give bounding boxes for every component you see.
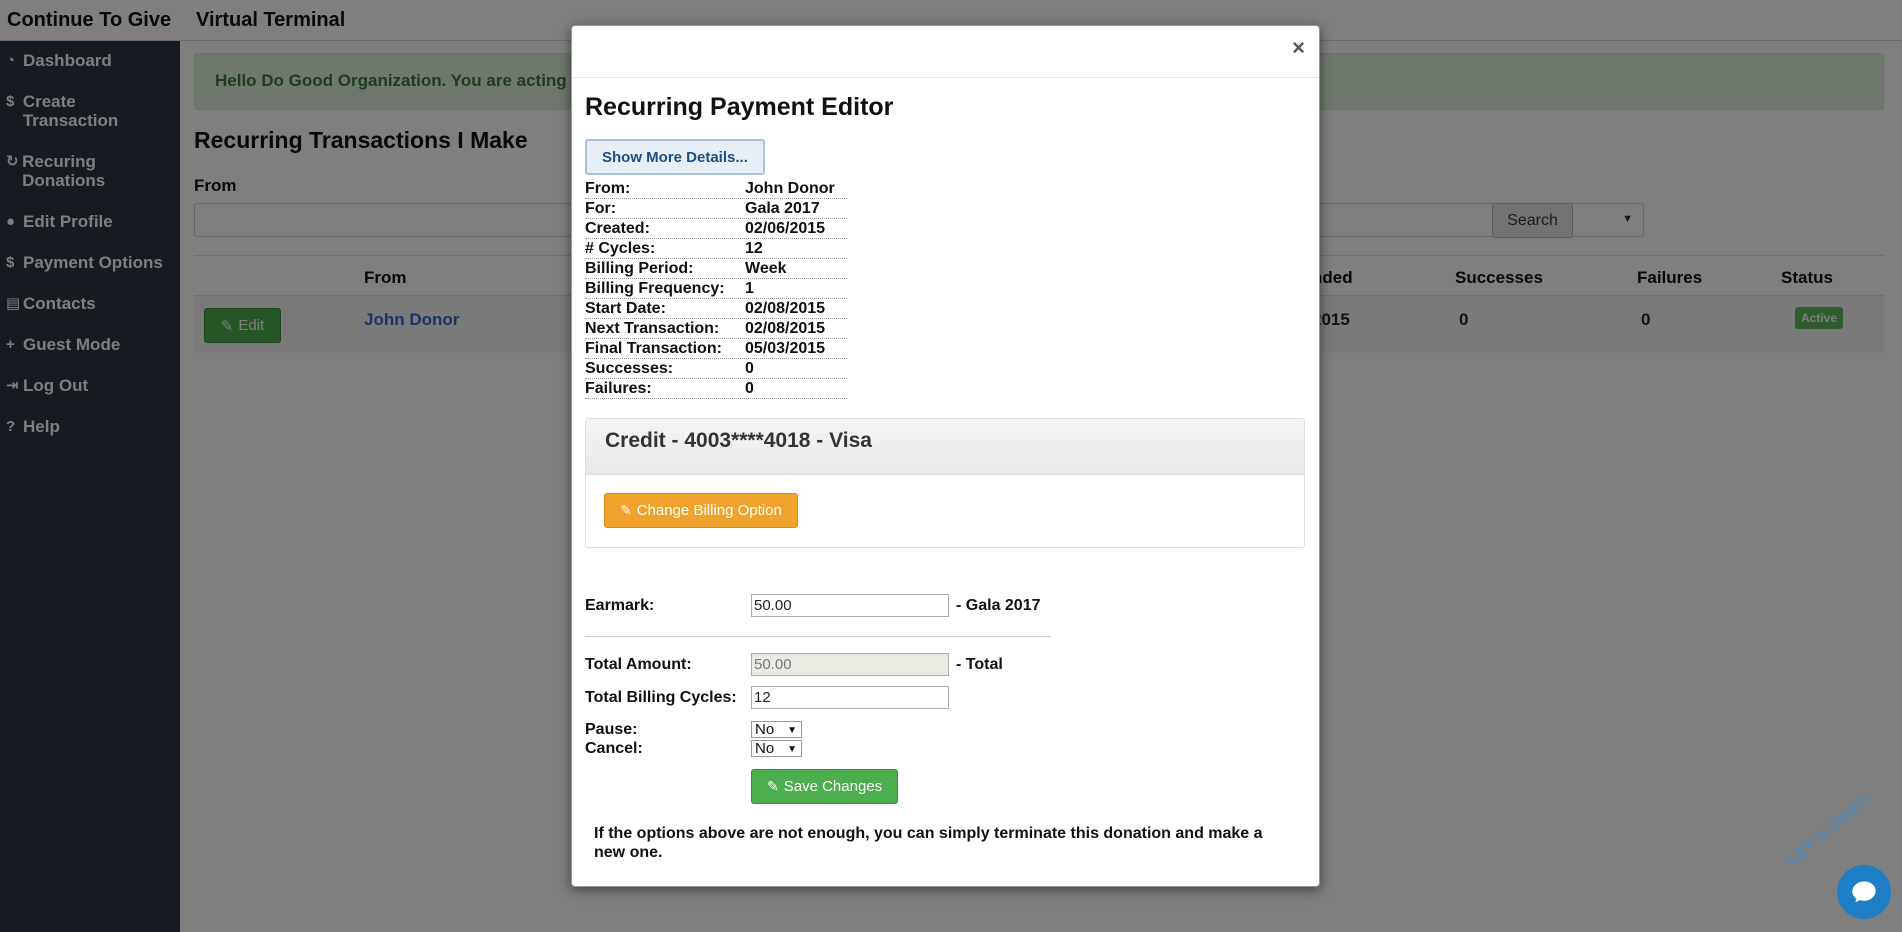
earmark-row: Earmark: - Gala 2017: [585, 594, 1306, 617]
total-row: Total Amount: - Total: [585, 653, 1306, 676]
detail-row: Successes: 0: [585, 359, 847, 379]
detail-row: Next Transaction: 02/08/2015: [585, 319, 847, 339]
detail-value: Gala 2017: [745, 200, 820, 217]
detail-value: 12: [745, 240, 763, 257]
billing-cycles-input[interactable]: [751, 686, 949, 709]
modal-title: Recurring Payment Editor: [585, 93, 894, 121]
terminate-note: If the options above are not enough, you…: [594, 825, 1263, 861]
recurring-payment-modal: × Recurring Payment Editor Show More Det…: [571, 25, 1320, 887]
detail-value: 02/06/2015: [745, 220, 826, 237]
change-billing-label: Change Billing Option: [636, 502, 782, 519]
cancel-value: No: [755, 740, 775, 757]
detail-row: Start Date: 02/08/2015: [585, 299, 847, 319]
details-list: From: John Donor For: Gala 2017 Created: 02/0…: [585, 179, 847, 399]
pause-row: Pause: No ▼: [585, 721, 1306, 738]
detail-key: Next Transaction:: [585, 320, 720, 337]
cancel-select[interactable]: No ▼: [751, 740, 802, 757]
chevron-down-icon: ▼: [787, 725, 797, 736]
edit-icon: ✎: [620, 502, 632, 518]
detail-row: For: Gala 2017: [585, 199, 847, 219]
pause-label: Pause:: [585, 720, 638, 738]
detail-value: 1: [745, 280, 754, 297]
earmark-input[interactable]: [751, 594, 949, 617]
pause-select[interactable]: No ▼: [751, 721, 802, 738]
detail-key: # Cycles:: [585, 240, 656, 257]
chevron-down-icon: ▼: [787, 744, 797, 755]
show-more-details-button[interactable]: Show More Details...: [585, 139, 765, 175]
detail-value: 0: [745, 360, 754, 377]
detail-key: Successes:: [585, 360, 674, 377]
detail-value: John Donor: [745, 180, 835, 197]
detail-key: From:: [585, 180, 631, 197]
detail-row: Created: 02/06/2015: [585, 219, 847, 239]
detail-value: Week: [745, 260, 787, 277]
detail-row: Billing Period: Week: [585, 259, 847, 279]
detail-row: Billing Frequency: 1: [585, 279, 847, 299]
detail-row: Failures: 0: [585, 379, 847, 399]
detail-row: Final Transaction: 05/03/2015: [585, 339, 847, 359]
modal-body: Recurring Payment Editor Show More Detai…: [572, 92, 1319, 862]
total-label: Total Amount:: [585, 655, 692, 673]
detail-row: # Cycles: 12: [585, 239, 847, 259]
cancel-label: Cancel:: [585, 739, 643, 757]
change-billing-button[interactable]: ✎ Change Billing Option: [604, 493, 798, 528]
form-divider: [585, 636, 1051, 637]
detail-key: Final Transaction:: [585, 340, 722, 357]
detail-key: Failures:: [585, 380, 652, 397]
billing-panel: Credit - 4003****4018 - Visa ✎ Change Bi…: [585, 418, 1305, 548]
chat-icon: [1852, 881, 1876, 903]
close-icon[interactable]: ×: [1292, 37, 1305, 59]
cycles-label: Total Billing Cycles:: [585, 688, 737, 706]
save-changes-button[interactable]: ✎ Save Changes: [751, 769, 899, 804]
earmark-label: Earmark:: [585, 596, 655, 614]
detail-value: 05/03/2015: [745, 340, 826, 357]
chat-button[interactable]: [1837, 865, 1891, 919]
modal-header: ×: [572, 26, 1319, 78]
detail-row: From: John Donor: [585, 179, 847, 199]
detail-key: Start Date:: [585, 300, 666, 317]
billing-method: Credit - 4003****4018 - Visa: [586, 419, 1304, 475]
cycles-row: Total Billing Cycles:: [585, 686, 1306, 709]
save-changes-label: Save Changes: [783, 778, 883, 795]
detail-key: Billing Period:: [585, 260, 694, 277]
detail-key: For:: [585, 200, 617, 217]
detail-key: Billing Frequency:: [585, 280, 725, 297]
total-suffix: - Total: [956, 655, 1003, 673]
detail-key: Created:: [585, 220, 650, 237]
detail-value: 02/08/2015: [745, 320, 826, 337]
cancel-row: Cancel: No ▼: [585, 740, 1306, 757]
earmark-suffix: - Gala 2017: [956, 596, 1041, 614]
detail-value: 02/08/2015: [745, 300, 826, 317]
edit-icon: ✎: [767, 778, 779, 794]
detail-value: 0: [745, 380, 754, 397]
pause-value: No: [755, 721, 775, 738]
total-amount-input: [751, 653, 949, 676]
